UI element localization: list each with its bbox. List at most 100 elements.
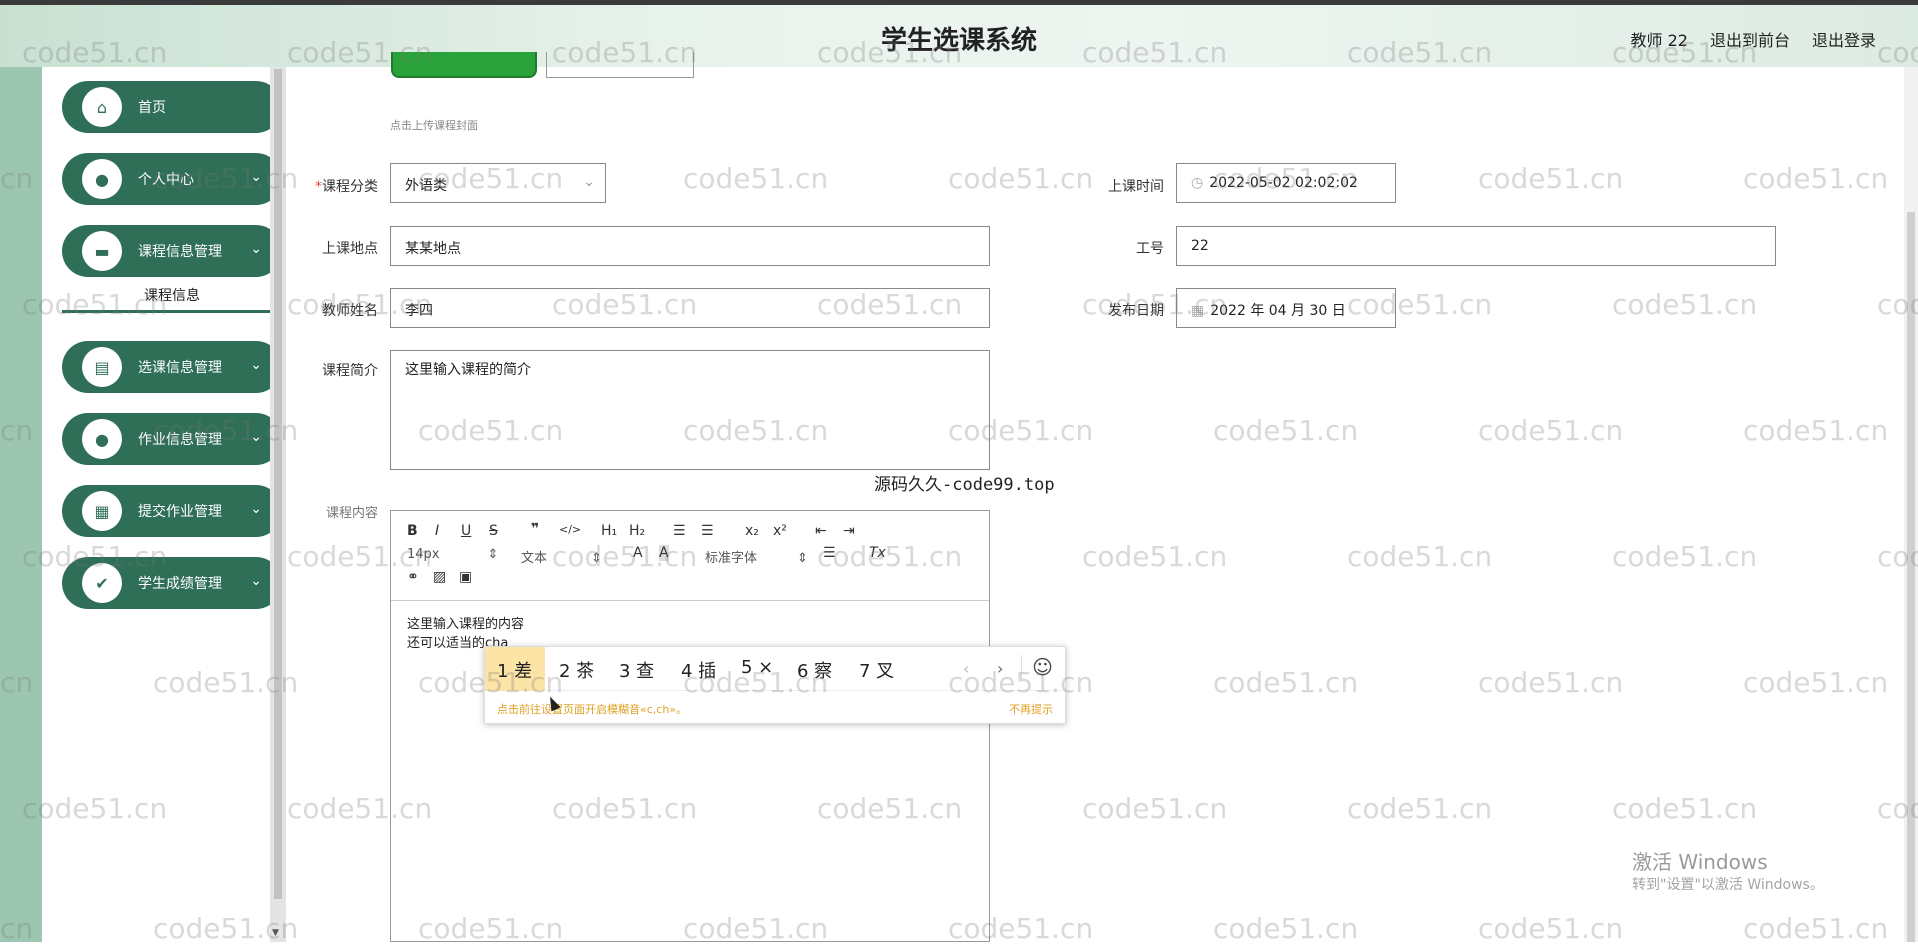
main-scroll-thumb[interactable]	[1907, 212, 1915, 942]
chevron-down-icon: ⌄	[250, 169, 262, 185]
sidebar-scroll-thumb[interactable]	[274, 69, 282, 899]
ime-candidate[interactable]: 3 查	[619, 657, 654, 683]
sidebar-item-submit[interactable]: ▦ 提交作业管理 ⌄	[62, 485, 282, 537]
main-scrollbar[interactable]	[1904, 67, 1918, 942]
bold-icon[interactable]: B	[407, 523, 418, 539]
sidebar-item-home[interactable]: ⌂ 首页	[62, 81, 282, 133]
sidebar-item-selection[interactable]: ▤ 选课信息管理 ⌄	[62, 341, 282, 393]
rich-text-editor[interactable]: B I U S ❞ </> H₁ H₂ ☰ ☰ x₂ x² ⇤ ⇥ 14px ⇕ …	[390, 510, 990, 942]
watermark-text: code51.cn	[1478, 162, 1624, 195]
ime-candidate[interactable]: 6 察	[797, 657, 832, 683]
category-select[interactable]: 外语类 ⌄	[390, 163, 606, 203]
align-icon[interactable]: ☰	[823, 545, 836, 561]
outdent-icon[interactable]: ⇤	[815, 523, 827, 539]
watermark-text: code51.cn	[1743, 912, 1889, 945]
sidebar-item-label: 课程信息管理	[138, 244, 222, 260]
font-color-icon[interactable]: A	[633, 545, 643, 561]
watermark-text: code51.cn	[1082, 540, 1228, 573]
ime-candidate[interactable]: 4 插	[681, 657, 716, 683]
sidebar-item-label: 学生成绩管理	[138, 576, 222, 592]
teacher-input[interactable]: 李四	[390, 288, 990, 328]
chevron-down-icon: ⌄	[583, 174, 595, 190]
emoji-icon[interactable]: ☺	[1021, 655, 1053, 679]
sidebar-item-personal[interactable]: ● 个人中心 ⌄	[62, 153, 282, 205]
code-icon[interactable]: </>	[559, 523, 581, 536]
clock-icon: ◷	[1191, 175, 1204, 191]
chevron-down-icon: ⌄	[250, 501, 262, 517]
sidebar-scrollbar[interactable]: ▼	[270, 67, 286, 942]
heading1-icon[interactable]: H₁	[601, 523, 617, 539]
video-icon[interactable]: ▣	[459, 569, 472, 585]
underline-icon[interactable]: U	[461, 523, 471, 539]
sidebar-item-label: 选课信息管理	[138, 360, 222, 376]
watermark-text: code51.cn	[1612, 792, 1758, 825]
italic-icon[interactable]: I	[435, 523, 439, 539]
intro-label: 课程简介	[322, 363, 378, 379]
text-style-select[interactable]: 文本 ⇕	[521, 547, 602, 566]
ime-candidate[interactable]: 2 茶	[559, 657, 594, 683]
grid-icon: ▦	[82, 491, 122, 531]
watermark-text: code51.cn	[1213, 666, 1359, 699]
ime-prev-icon[interactable]: ‹	[963, 659, 969, 678]
ime-next-icon[interactable]: ›	[997, 659, 1003, 678]
image-icon[interactable]: ▨	[433, 569, 446, 585]
bullet-list-icon[interactable]: ☰	[701, 523, 714, 539]
upload-cover-button[interactable]	[391, 52, 537, 78]
job-no-input[interactable]: 22	[1176, 226, 1776, 266]
cover-preview	[546, 52, 694, 78]
font-size-select[interactable]: 14px ⇕	[407, 547, 498, 562]
publish-date-picker[interactable]: ▦ 2022 年 04 月 30 日	[1176, 288, 1396, 328]
category-label: *课程分类	[315, 179, 378, 195]
scroll-down-icon[interactable]: ▼	[272, 928, 279, 938]
job-no-label: 工号	[1136, 241, 1164, 257]
sidebar-background	[0, 67, 42, 942]
teacher-label: 教师姓名	[322, 303, 378, 319]
watermark-text: code51.cn	[1478, 666, 1624, 699]
ime-candidates: 1 差 2 茶 3 查 4 插 5 × 6 察 7 叉 ‹ › ☺	[485, 647, 1065, 691]
current-user: 教师 22	[1630, 31, 1688, 50]
user-icon: ●	[82, 419, 122, 459]
background-color-icon[interactable]: A	[659, 545, 669, 561]
strike-icon[interactable]: S	[489, 523, 498, 539]
checklist-icon: ✔	[82, 563, 122, 603]
header-actions: 教师 22 退出到前台 退出登录	[1631, 27, 1876, 51]
chevron-down-icon: ⌄	[250, 573, 262, 589]
sidebar-item-grades[interactable]: ✔ 学生成绩管理 ⌄	[62, 557, 282, 609]
watermark-text: code51.cn	[1743, 666, 1889, 699]
heading2-icon[interactable]: H₂	[629, 523, 645, 539]
intro-textarea[interactable]: 这里输入课程的简介	[390, 350, 990, 470]
clear-format-icon[interactable]: Tx	[869, 545, 886, 561]
sidebar-subitem-course[interactable]: 课程信息	[62, 277, 282, 313]
ime-tip[interactable]: 点击前往设置页面开启模糊音«c,ch»。	[497, 701, 687, 717]
sidebar-item-label: 提交作业管理	[138, 504, 222, 520]
chevron-down-icon: ⌄	[250, 241, 262, 257]
quote-icon[interactable]: ❞	[531, 521, 539, 537]
font-family-select[interactable]: 标准字体 ⇕	[705, 547, 808, 566]
indent-icon[interactable]: ⇥	[843, 523, 855, 539]
sidebar-item-homework[interactable]: ● 作业信息管理 ⌄	[62, 413, 282, 465]
place-input[interactable]: 某某地点	[390, 226, 990, 266]
sidebar: ⌂ 首页 ● 个人中心 ⌄ ▬ 课程信息管理 ⌄ 课程信息 ▤ 选课信息管理 ⌄…	[42, 67, 282, 942]
ime-candidate[interactable]: 7 叉	[859, 657, 894, 683]
superscript-icon[interactable]: x²	[773, 523, 787, 539]
time-picker[interactable]: ◷ 2022-05-02 02:02:02	[1176, 163, 1396, 203]
ime-candidate[interactable]: 1 差	[485, 647, 545, 691]
ime-candidate[interactable]: 5 ×	[741, 657, 773, 678]
ordered-list-icon[interactable]: ☰	[673, 523, 686, 539]
subscript-icon[interactable]: x₂	[745, 523, 759, 539]
ime-dismiss[interactable]: 不再提示	[1009, 701, 1053, 717]
editor-line-1: 这里输入课程的内容	[407, 617, 525, 632]
monitor-icon: ▬	[82, 231, 122, 271]
logout-link[interactable]: 退出登录	[1812, 27, 1876, 51]
header: 学生选课系统 教师 22 退出到前台 退出登录	[0, 5, 1918, 67]
content-label: 课程内容	[325, 506, 378, 521]
link-icon[interactable]: ⚭	[407, 569, 419, 585]
sidebar-item-course-info[interactable]: ▬ 课程信息管理 ⌄	[62, 225, 282, 277]
watermark-text: code51.cn	[948, 162, 1094, 195]
upload-hint: 点击上传课程封面	[390, 119, 478, 132]
user-icon: ●	[82, 159, 122, 199]
editor-toolbar: B I U S ❞ </> H₁ H₂ ☰ ☰ x₂ x² ⇤ ⇥ 14px ⇕ …	[391, 511, 989, 601]
calendar-icon: ▦	[1191, 303, 1205, 319]
to-front-link[interactable]: 退出到前台	[1710, 27, 1790, 51]
windows-activation-subtitle: 转到"设置"以激活 Windows。	[1632, 877, 1824, 893]
